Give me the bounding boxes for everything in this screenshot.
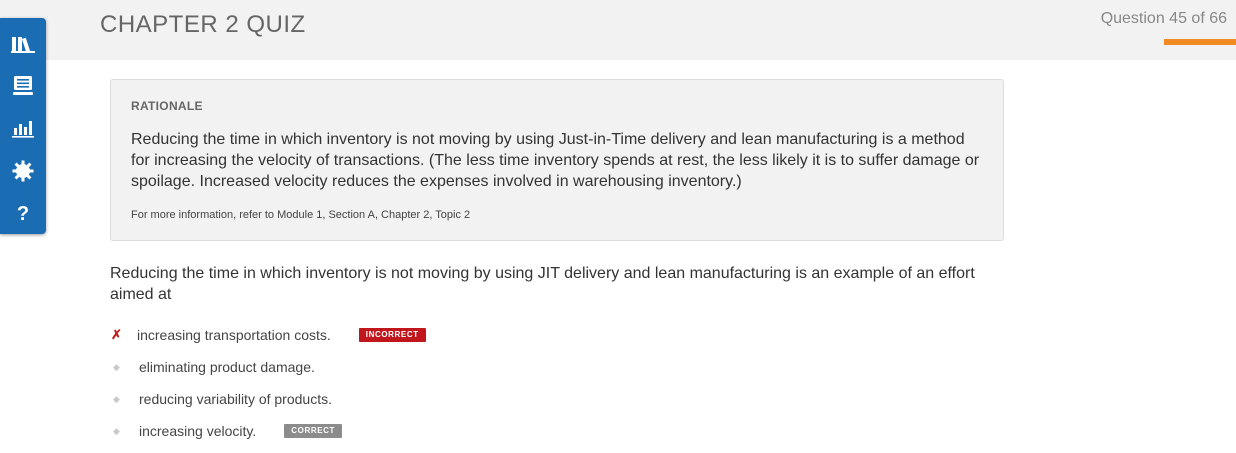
rationale-text: Reducing the time in which inventory is … <box>131 131 980 190</box>
library-button[interactable] <box>0 24 46 64</box>
rationale-panel: RATIONALE Reducing the time in which inv… <box>110 79 1004 241</box>
answer-list: ✗ increasing transportation costs. INCOR… <box>110 319 810 447</box>
performance-button[interactable] <box>0 108 46 148</box>
answer-option[interactable]: ◆ eliminating product damage. <box>110 351 810 383</box>
library-icon <box>11 34 35 54</box>
settings-button[interactable] <box>0 151 46 191</box>
flashcards-icon <box>11 74 35 98</box>
question-text: Reducing the time in which inventory is … <box>110 265 975 303</box>
rationale-heading: RATIONALE <box>131 99 203 113</box>
bar-chart-icon <box>12 118 34 138</box>
incorrect-badge: INCORRECT <box>358 328 426 342</box>
quiz-header: CHAPTER 2 QUIZ Question 45 of 66 <box>0 0 1236 60</box>
answer-text: increasing transportation costs. <box>137 327 331 343</box>
bullet-diamond-icon: ◆ <box>113 361 120 372</box>
correct-badge: CORRECT <box>284 424 343 438</box>
answer-option[interactable]: ✗ increasing transportation costs. INCOR… <box>110 319 810 351</box>
settings-gear-icon <box>12 160 34 182</box>
sidebar: ? <box>0 18 46 234</box>
help-question-icon: ? <box>16 202 30 225</box>
bullet-diamond-icon: ◆ <box>113 393 120 404</box>
progress-bar <box>1164 39 1236 45</box>
help-button[interactable]: ? <box>0 194 46 234</box>
rationale-reference: For more information, refer to Module 1,… <box>131 209 471 221</box>
answer-text: increasing velocity. <box>139 423 257 439</box>
answer-option[interactable]: ◆ reducing variability of products. <box>110 383 810 415</box>
incorrect-x-icon: ✗ <box>111 327 122 342</box>
bullet-diamond-icon: ◆ <box>113 425 120 436</box>
answer-option[interactable]: ◆ increasing velocity. CORRECT <box>110 415 810 447</box>
page-title: CHAPTER 2 QUIZ <box>100 11 306 38</box>
question-counter: Question 45 of 66 <box>1100 10 1227 27</box>
flashcards-button[interactable] <box>0 66 46 106</box>
answer-text: eliminating product damage. <box>139 359 315 375</box>
answer-text: reducing variability of products. <box>139 391 332 407</box>
